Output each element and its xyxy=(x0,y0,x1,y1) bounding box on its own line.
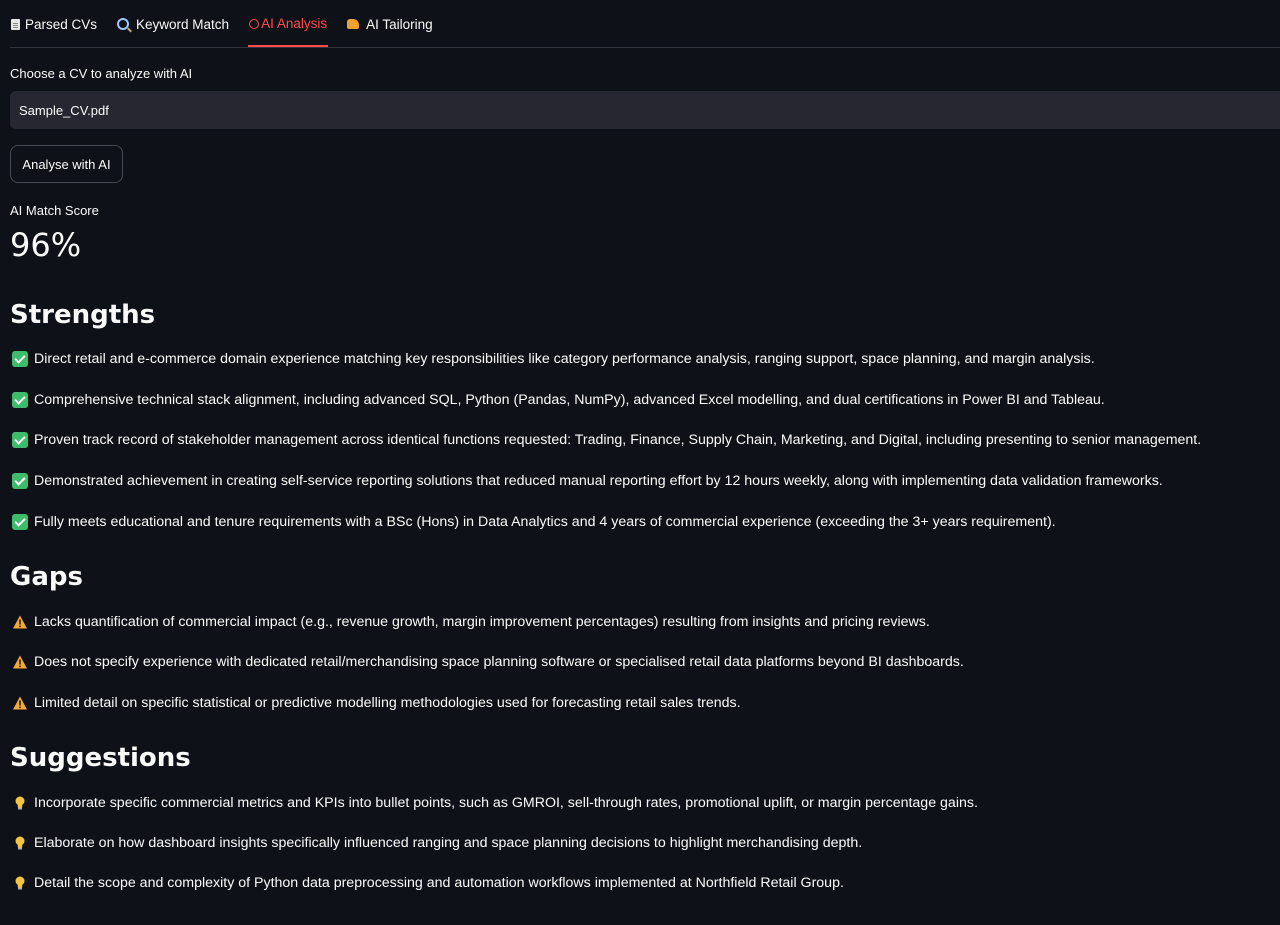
tab-label: AI Tailoring xyxy=(366,16,433,32)
cv-select-value: Sample_CV.pdf xyxy=(19,102,109,118)
gap-item: Does not specify experience with dedicat… xyxy=(12,654,964,670)
tab-label: AI Analysis xyxy=(261,16,328,31)
suggestion-item: Incorporate specific commercial metrics … xyxy=(12,795,978,811)
strength-text: Fully meets educational and tenure requi… xyxy=(34,514,1056,530)
suggestion-text: Detail the scope and complexity of Pytho… xyxy=(34,875,844,891)
strength-text: Direct retail and e-commerce domain expe… xyxy=(34,351,1095,367)
suggestion-text: Incorporate specific commercial metrics … xyxy=(34,795,978,811)
tab-bar: Parsed CVs Keyword Match AI Analysis AI … xyxy=(10,0,1280,48)
tab-ai-analysis[interactable]: AI Analysis xyxy=(248,0,329,47)
cv-select-label: Choose a CV to analyze with AI xyxy=(10,66,193,81)
check-icon xyxy=(12,514,28,530)
warning-icon xyxy=(12,654,28,670)
strength-text: Comprehensive technical stack alignment,… xyxy=(34,392,1105,408)
metric-value: 96% xyxy=(10,226,82,264)
check-icon xyxy=(12,432,28,448)
check-icon xyxy=(12,351,28,367)
analyse-with-ai-button[interactable]: Analyse with AI xyxy=(10,145,123,183)
magnifier-icon xyxy=(117,18,130,30)
cv-select[interactable]: Sample_CV.pdf xyxy=(10,91,1280,129)
warning-icon xyxy=(12,614,28,630)
tab-keyword-match[interactable]: Keyword Match xyxy=(116,1,230,47)
gap-item: Lacks quantification of commercial impac… xyxy=(12,614,930,630)
tab-parsed-cvs[interactable]: Parsed CVs xyxy=(10,1,98,47)
strength-item: Fully meets educational and tenure requi… xyxy=(12,514,1056,530)
suggestion-item: Detail the scope and complexity of Pytho… xyxy=(12,875,844,891)
robot-icon xyxy=(249,18,260,29)
gap-item: Limited detail on specific statistical o… xyxy=(12,695,741,711)
metric-label: AI Match Score xyxy=(10,203,99,218)
writing-hand-icon xyxy=(347,19,360,29)
gap-text: Limited detail on specific statistical o… xyxy=(34,695,741,711)
tab-ai-tailoring[interactable]: AI Tailoring xyxy=(346,1,434,47)
strength-item: Direct retail and e-commerce domain expe… xyxy=(12,351,1095,367)
document-icon xyxy=(11,18,20,30)
lightbulb-icon xyxy=(12,835,28,851)
lightbulb-icon xyxy=(12,795,28,811)
strength-item: Comprehensive technical stack alignment,… xyxy=(12,392,1105,408)
strength-item: Demonstrated achievement in creating sel… xyxy=(12,473,1163,489)
suggestion-item: Elaborate on how dashboard insights spec… xyxy=(12,835,862,851)
strength-text: Demonstrated achievement in creating sel… xyxy=(34,473,1163,489)
gap-text: Does not specify experience with dedicat… xyxy=(34,654,964,670)
lightbulb-icon xyxy=(12,875,28,891)
suggestion-text: Elaborate on how dashboard insights spec… xyxy=(34,835,863,851)
strengths-heading: Strengths xyxy=(10,300,156,330)
tab-label: Keyword Match xyxy=(136,16,230,32)
gaps-heading: Gaps xyxy=(10,562,83,592)
strength-text: Proven track record of stakeholder manag… xyxy=(34,432,1202,448)
strength-item: Proven track record of stakeholder manag… xyxy=(12,432,1201,448)
gap-text: Lacks quantification of commercial impac… xyxy=(34,614,930,630)
tab-label: Parsed CVs xyxy=(25,16,98,32)
app-root: Parsed CVs Keyword Match AI Analysis AI … xyxy=(0,0,1280,925)
warning-icon xyxy=(12,695,28,711)
suggestions-heading: Suggestions xyxy=(10,743,191,773)
check-icon xyxy=(12,473,28,489)
check-icon xyxy=(12,392,28,408)
